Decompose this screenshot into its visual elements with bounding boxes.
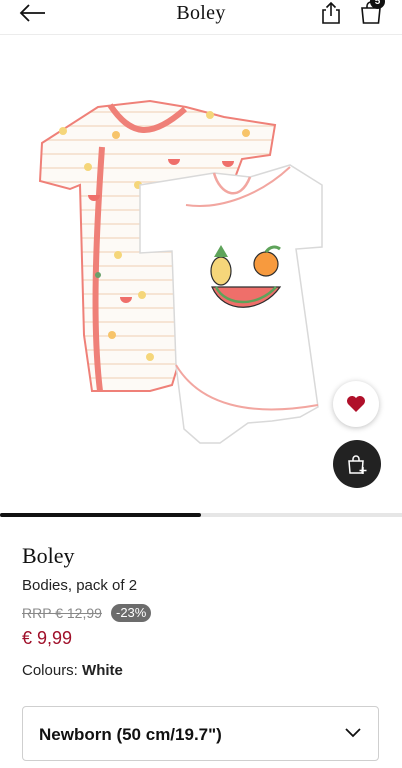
colour-info: Colours: White xyxy=(22,662,123,679)
colours-label: Colours: xyxy=(22,662,78,679)
current-price: € 9,99 xyxy=(22,628,73,648)
rrp-price: RRP € 12,99 xyxy=(22,605,102,621)
add-to-cart-button[interactable] xyxy=(333,440,381,488)
size-selected-value: Newborn (50 cm/19.7") xyxy=(39,725,222,744)
chevron-down-icon xyxy=(345,728,361,738)
favorite-button[interactable] xyxy=(333,381,379,427)
bag-plus-icon xyxy=(348,455,367,474)
share-icon[interactable] xyxy=(320,1,342,25)
gallery-progress xyxy=(0,513,402,517)
product-brand: Boley xyxy=(22,543,75,568)
discount-badge: -23% xyxy=(111,604,152,622)
back-arrow-icon[interactable] xyxy=(18,2,48,24)
product-name: Bodies, pack of 2 xyxy=(22,577,138,594)
heart-icon xyxy=(347,396,365,412)
colour-value: White xyxy=(82,662,123,679)
top-bar: Boley 5 xyxy=(0,0,402,35)
size-dropdown[interactable]: Newborn (50 cm/19.7") xyxy=(22,706,379,761)
gallery-progress-fill xyxy=(0,513,201,517)
product-image-gallery[interactable] xyxy=(0,35,402,513)
product-photo xyxy=(38,99,323,444)
